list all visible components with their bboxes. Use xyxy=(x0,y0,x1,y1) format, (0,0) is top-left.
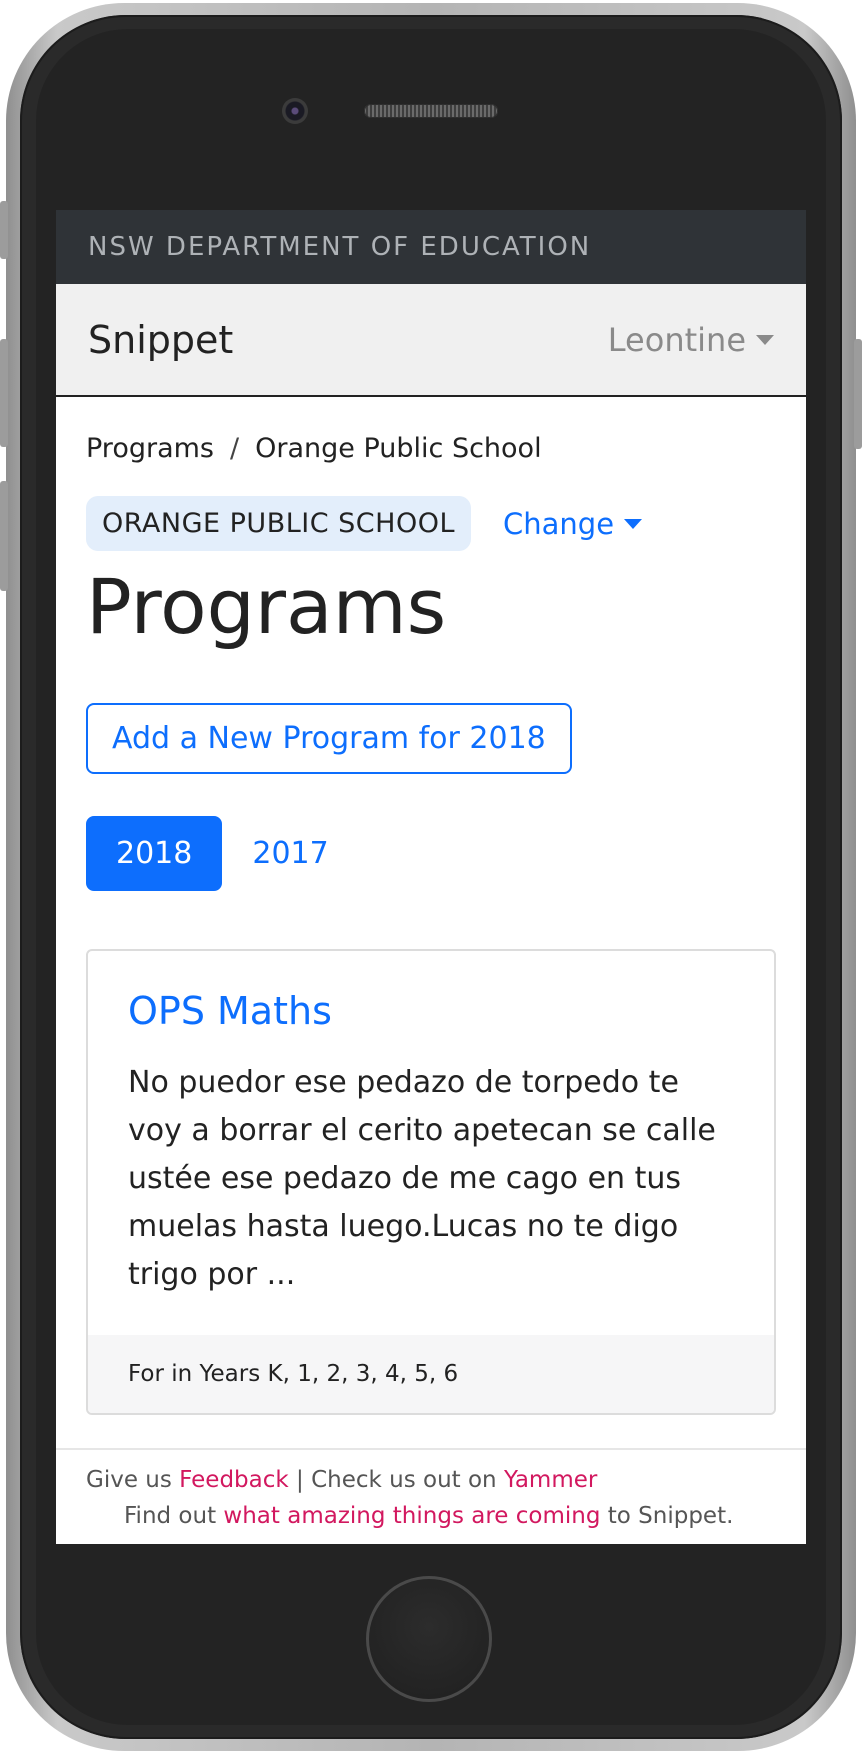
year-tabs: 2018 2017 xyxy=(86,815,776,891)
speaker-grille xyxy=(364,104,498,118)
school-badge: ORANGE PUBLIC SCHOOL xyxy=(86,496,471,551)
coming-soon-link[interactable]: what amazing things are coming xyxy=(223,1503,600,1529)
org-bar: NSW DEPARTMENT OF EDUCATION xyxy=(56,210,806,284)
program-card: OPS Maths No puedor ese pedazo de torped… xyxy=(86,948,776,1415)
user-menu-toggle[interactable]: Leontine xyxy=(608,321,774,359)
user-name: Leontine xyxy=(607,320,746,359)
breadcrumb-programs[interactable]: Programs xyxy=(86,433,214,464)
yammer-link[interactable]: Yammer xyxy=(504,1467,597,1493)
tab-2017[interactable]: 2017 xyxy=(222,816,358,891)
site-footer: Give us Feedback | Check us out on Yamme… xyxy=(56,1448,806,1544)
home-button[interactable] xyxy=(366,1576,492,1702)
page-title: Programs xyxy=(86,562,447,651)
breadcrumb: Programs / Orange Public School xyxy=(86,433,776,464)
navbar: Snippet Leontine xyxy=(56,284,806,397)
caret-down-icon xyxy=(756,334,774,345)
main-content: Programs / Orange Public School ORANGE P… xyxy=(56,433,806,1415)
power-button xyxy=(854,339,862,449)
mute-switch xyxy=(0,201,8,259)
change-school-button[interactable]: Change xyxy=(503,506,643,541)
school-row: ORANGE PUBLIC SCHOOL Change xyxy=(86,496,776,551)
feedback-link[interactable]: Feedback xyxy=(179,1467,289,1493)
breadcrumb-current: Orange Public School xyxy=(255,433,542,464)
footer-check-us: | Check us out on xyxy=(296,1467,497,1493)
footer-give-us: Give us xyxy=(86,1467,172,1493)
volume-down-button xyxy=(0,481,8,591)
program-description: No puedor ese pedazo de torpedo te voy a… xyxy=(128,1064,716,1292)
volume-up-button xyxy=(0,339,8,447)
program-card-body: OPS Maths No puedor ese pedazo de torped… xyxy=(88,951,774,1335)
breadcrumb-separator: / xyxy=(230,433,240,464)
app-screen: NSW DEPARTMENT OF EDUCATION Snippet Leon… xyxy=(56,210,806,1544)
org-name: NSW DEPARTMENT OF EDUCATION xyxy=(88,232,592,262)
add-program-button[interactable]: Add a New Program for 2018 xyxy=(86,702,572,774)
footer-find-out: Find out xyxy=(124,1503,217,1529)
footer-to-snippet: to Snippet. xyxy=(607,1503,734,1529)
tab-2018[interactable]: 2018 xyxy=(86,815,223,891)
change-label: Change xyxy=(503,506,615,541)
camera-icon xyxy=(282,98,308,124)
footer-line-1: Give us Feedback | Check us out on Yamme… xyxy=(56,1462,806,1498)
footer-line-2: Find out what amazing things are coming … xyxy=(56,1498,806,1534)
program-title-link[interactable]: OPS Maths xyxy=(128,989,734,1033)
brand-link[interactable]: Snippet xyxy=(88,318,233,362)
caret-down-icon xyxy=(624,518,643,529)
program-years: For in Years K, 1, 2, 3, 4, 5, 6 xyxy=(88,1334,774,1413)
